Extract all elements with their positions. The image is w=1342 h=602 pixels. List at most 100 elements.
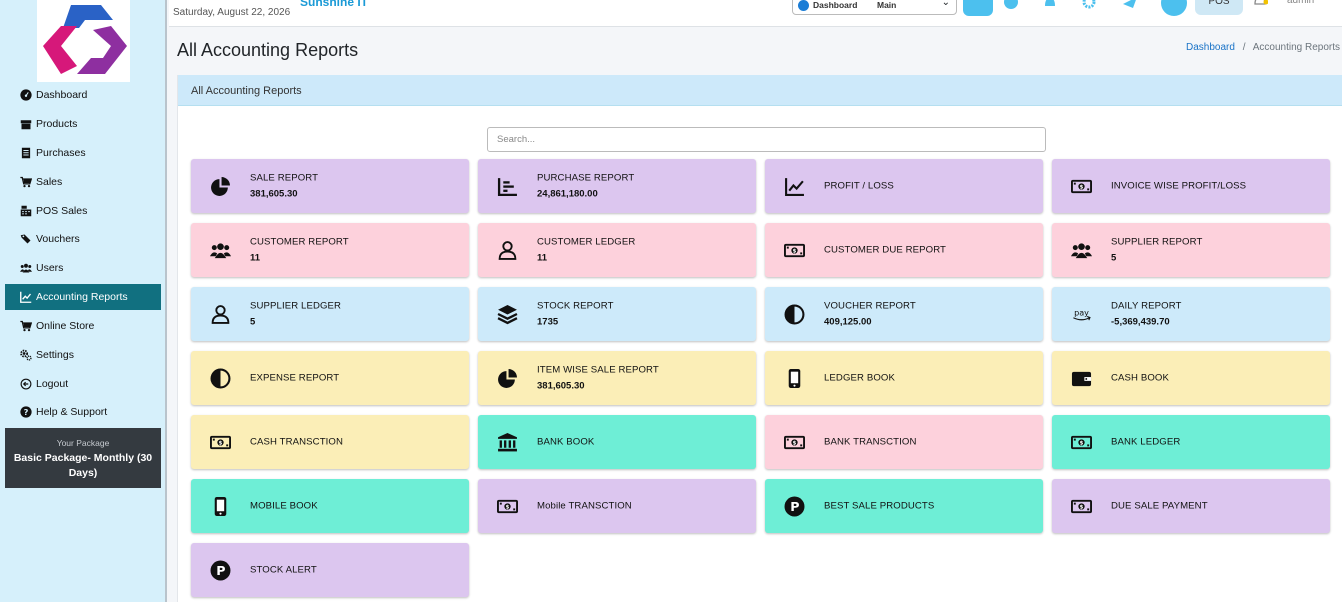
sidebar-item-help-support[interactable]: ? Help & Support xyxy=(5,398,161,427)
clipboard-button[interactable] xyxy=(1161,0,1187,16)
report-tile-text: BANK BOOK xyxy=(537,437,594,448)
report-tile-bank-transction[interactable]: $ BANK TRANSCTION xyxy=(765,415,1043,469)
report-tile-cash-transction[interactable]: $ CASH TRANSCTION xyxy=(191,415,469,469)
search-input[interactable] xyxy=(487,127,1046,152)
report-tile-invoice-wise-profit-loss[interactable]: $ INVOICE WISE PROFIT/LOSS xyxy=(1052,159,1330,213)
sidebar-item-online-store[interactable]: Online Store xyxy=(5,312,161,341)
gear-icon[interactable] xyxy=(1081,0,1097,12)
cart-icon xyxy=(19,319,32,332)
report-tile-best-sale-products[interactable]: P BEST SALE PRODUCTS xyxy=(765,479,1043,533)
parking-icon: P xyxy=(783,495,805,517)
report-tile-text: BANK LEDGER xyxy=(1111,437,1180,448)
sidebar-item-users[interactable]: Users xyxy=(5,254,161,283)
report-tile-stock-report[interactable]: STOCK REPORT 1735 xyxy=(478,287,756,341)
sidebar-item-dashboard[interactable]: Dashboard xyxy=(5,81,161,110)
sidebar-item-purchases[interactable]: Purchases xyxy=(5,139,161,168)
sidebar-nav: Dashboard Products Purchases Sales POS S… xyxy=(5,81,161,427)
half-circle-icon xyxy=(783,303,805,325)
report-tile-text: CASH TRANSCTION xyxy=(250,437,343,448)
report-tile-value: 11 xyxy=(250,252,261,264)
report-tile-bank-ledger[interactable]: $ BANK LEDGER xyxy=(1052,415,1330,469)
money-bill-icon: $ xyxy=(783,431,805,453)
report-tile-text: SALE REPORT 381,605.30 xyxy=(250,173,318,200)
report-tile-expense-report[interactable]: EXPENSE REPORT xyxy=(191,351,469,405)
voucher-icon xyxy=(19,233,32,246)
money-bill-icon: $ xyxy=(209,431,231,453)
report-tile-customer-ledger[interactable]: CUSTOMER LEDGER 11 xyxy=(478,223,756,277)
report-tile-value: 11 xyxy=(537,252,548,264)
breadcrumb-home-link[interactable]: Dashboard xyxy=(1186,42,1235,53)
svg-text:P: P xyxy=(790,499,799,514)
report-tile-sale-report[interactable]: SALE REPORT 381,605.30 xyxy=(191,159,469,213)
pos-button[interactable]: POS xyxy=(1195,0,1243,15)
document-icon xyxy=(19,146,32,159)
report-tile-mobile-transction[interactable]: $ Mobile TRANSCTION xyxy=(478,479,756,533)
branch-select[interactable]: Dashboard Main ⌄ xyxy=(792,0,957,15)
report-tile-customer-report[interactable]: CUSTOMER REPORT 11 xyxy=(191,223,469,277)
report-tile-title: SUPPLIER LEDGER xyxy=(250,300,342,312)
sidebar-item-label: Products xyxy=(36,118,78,131)
sidebar-item-sales[interactable]: Sales xyxy=(5,167,161,196)
user-menu[interactable]: admin xyxy=(1287,0,1314,6)
sidebar: Dashboard Products Purchases Sales POS S… xyxy=(0,0,167,602)
sidebar-item-label: Online Store xyxy=(36,319,95,332)
report-tile-value: -5,369,439.70 xyxy=(1111,316,1170,328)
sidebar-item-vouchers[interactable]: Vouchers xyxy=(5,225,161,254)
sidebar-item-accounting-reports[interactable]: Accounting Reports xyxy=(5,283,161,310)
report-tile-profit-loss[interactable]: PROFIT / LOSS xyxy=(765,159,1043,213)
brand-name[interactable]: Sunshine IT xyxy=(300,0,368,9)
send-icon[interactable] xyxy=(1122,0,1138,12)
report-tile-purchase-report[interactable]: PURCHASE REPORT 24,861,180.00 xyxy=(478,159,756,213)
info-icon[interactable] xyxy=(1003,0,1019,12)
report-tile-customer-due-report[interactable]: $ CUSTOMER DUE REPORT xyxy=(765,223,1043,277)
report-tile-text: STOCK REPORT 1735 xyxy=(537,301,614,328)
report-tile-cash-book[interactable]: CASH BOOK xyxy=(1052,351,1330,405)
top-bar: Saturday, August 22, 2026 Sunshine IT Da… xyxy=(169,0,1342,27)
branch-select-value: Main xyxy=(877,0,897,10)
report-tile-bank-book[interactable]: BANK BOOK xyxy=(478,415,756,469)
report-tile-title: CASH BOOK xyxy=(1111,372,1169,384)
package-caption: Your Package xyxy=(56,438,110,448)
sidebar-item-pos-sales[interactable]: POS Sales xyxy=(5,196,161,225)
report-tile-voucher-report[interactable]: VOUCHER REPORT 409,125.00 xyxy=(765,287,1043,341)
sidebar-item-label: Purchases xyxy=(36,146,86,159)
breadcrumb-current: Accounting Reports xyxy=(1252,42,1340,53)
sidebar-item-label: Users xyxy=(36,262,64,275)
report-tile-text: PROFIT / LOSS xyxy=(824,181,894,192)
money-bill-icon: $ xyxy=(1070,431,1092,453)
report-tile-supplier-ledger[interactable]: SUPPLIER LEDGER 5 xyxy=(191,287,469,341)
dashboard-icon xyxy=(19,89,32,102)
sidebar-item-settings[interactable]: Settings xyxy=(5,340,161,369)
report-tile-text: CASH BOOK xyxy=(1111,373,1169,384)
money-bill-icon: $ xyxy=(783,239,805,261)
report-tile-supplier-report[interactable]: SUPPLIER REPORT 5 xyxy=(1052,223,1330,277)
report-tile-value: 1735 xyxy=(537,316,559,328)
report-tile-stock-alert[interactable]: P STOCK ALERT xyxy=(191,543,469,597)
report-tile-text: DUE SALE PAYMENT xyxy=(1111,501,1208,512)
notification-bell-icon[interactable] xyxy=(1252,0,1268,12)
svg-text:pay: pay xyxy=(1074,308,1089,317)
report-tile-ledger-book[interactable]: LEDGER BOOK xyxy=(765,351,1043,405)
add-button[interactable] xyxy=(963,0,993,16)
bar-chart-icon xyxy=(496,175,518,197)
report-tile-title: PROFIT / LOSS xyxy=(824,180,894,192)
sidebar-item-label: Accounting Reports xyxy=(36,290,128,303)
company-logo[interactable] xyxy=(37,0,130,82)
svg-text:?: ? xyxy=(23,407,28,417)
report-tile-text: VOUCHER REPORT 409,125.00 xyxy=(824,301,916,328)
sidebar-item-label: Logout xyxy=(36,377,69,390)
report-tile-title: CASH TRANSCTION xyxy=(250,436,344,448)
svg-text:$: $ xyxy=(1079,184,1083,190)
report-tile-title: BANK BOOK xyxy=(537,436,595,448)
branch-select-label: Dashboard xyxy=(813,0,858,10)
sidebar-item-logout[interactable]: Logout xyxy=(5,369,161,398)
sidebar-item-label: Vouchers xyxy=(36,233,80,246)
user-icon xyxy=(209,303,231,325)
report-tile-daily-report[interactable]: pay DAILY REPORT -5,369,439.70 xyxy=(1052,287,1330,341)
bell-icon[interactable] xyxy=(1042,0,1058,12)
users-icon xyxy=(19,262,32,275)
sidebar-item-products[interactable]: Products xyxy=(5,110,161,139)
report-tile-due-sale-payment[interactable]: $ DUE SALE PAYMENT xyxy=(1052,479,1330,533)
report-tile-mobile-book[interactable]: MOBILE BOOK xyxy=(191,479,469,533)
report-tile-item-wise-sale-report[interactable]: ITEM WISE SALE REPORT 381,605.30 xyxy=(478,351,756,405)
